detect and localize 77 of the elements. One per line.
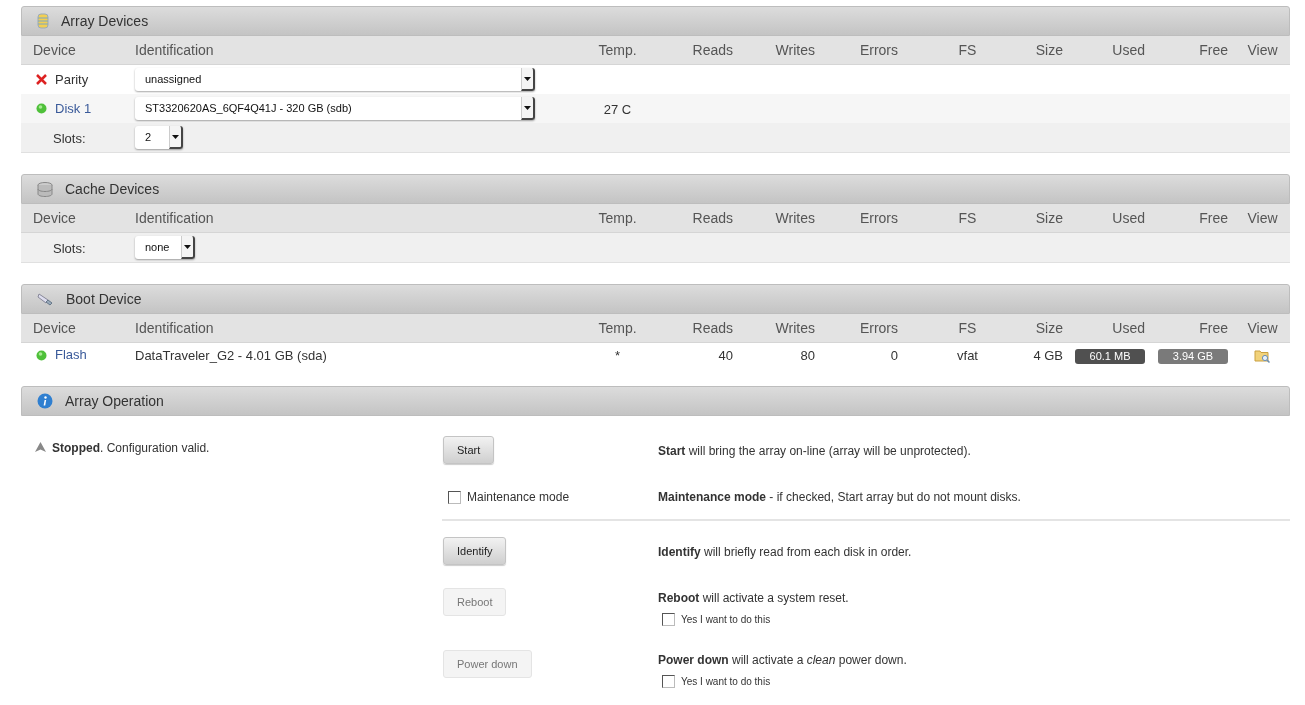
column-header: Size — [1035, 320, 1063, 336]
checkbox-label: Maintenance mode — [467, 489, 570, 506]
operation-description: Power down will activate a clean power down. — [658, 652, 907, 669]
column-header: Used — [1112, 320, 1145, 336]
operation-description: Maintenance mode - if checked, Start array but do not mount disks. — [658, 489, 1021, 506]
dropdown[interactable]: 2 — [135, 126, 183, 149]
checkbox[interactable] — [448, 490, 461, 504]
device-link[interactable]: Disk 1 — [55, 98, 92, 119]
section-title: Array Operation — [65, 391, 164, 411]
section-title: Cache Devices — [65, 179, 160, 199]
column-header: FS — [958, 320, 977, 336]
column-header: FS — [958, 210, 977, 226]
confirm-label: Yes I want to do this — [681, 613, 771, 627]
table-cell: 27 C — [603, 101, 632, 117]
column-header: View — [1247, 320, 1278, 336]
action-button[interactable]: Start — [443, 436, 495, 464]
column-header: Used — [1112, 42, 1145, 58]
column-header: Reads — [692, 42, 733, 58]
table-cell: 4 GB — [1033, 348, 1063, 363]
column-header: Reads — [692, 320, 733, 336]
column-header: Identification — [135, 210, 214, 226]
column-header: Errors — [859, 210, 898, 226]
dropdown[interactable]: ST3320620AS_6QF4Q41J - 320 GB (sdb) — [135, 97, 535, 120]
folder-search-icon[interactable] — [1254, 348, 1271, 363]
array-status-text: Stopped. Configuration valid. — [52, 440, 210, 457]
slots-label: Slots: — [53, 240, 86, 256]
column-header: Used — [1112, 210, 1145, 226]
used-bar: 60.1 MB — [1075, 349, 1145, 364]
free-bar: 3.94 GB — [1158, 349, 1228, 364]
info-icon — [37, 393, 53, 409]
caret-icon — [524, 76, 531, 81]
column-header: Device — [33, 320, 76, 336]
section-title: Array Devices — [61, 11, 149, 31]
column-header: Size — [1035, 42, 1063, 58]
column-header: Writes — [775, 320, 815, 336]
column-header: Errors — [859, 42, 898, 58]
dropdown[interactable]: unassigned — [135, 68, 535, 91]
column-header: Device — [33, 42, 76, 58]
confirm-label: Yes I want to do this — [681, 675, 771, 689]
database-icon — [37, 181, 53, 197]
column-header: Free — [1199, 320, 1228, 336]
column-header: Size — [1035, 210, 1063, 226]
caret-icon — [172, 134, 179, 139]
dropdown[interactable]: none — [135, 236, 195, 259]
column-header: Identification — [135, 42, 214, 58]
device-link[interactable]: Flash — [55, 345, 87, 365]
column-header: Errors — [859, 320, 898, 336]
column-header: Free — [1199, 42, 1228, 58]
table-cell: DataTraveler_G2 - 4.01 GB (sda) — [135, 348, 327, 363]
column-header: View — [1247, 42, 1278, 58]
usb-stick-icon — [37, 292, 54, 306]
slots-label: Slots: — [53, 130, 86, 146]
database-icon — [37, 13, 49, 29]
operation-description: Reboot will activate a system reset. — [658, 590, 849, 607]
column-header: Temp. — [598, 42, 637, 58]
table-cell: 40 — [718, 348, 733, 363]
operation-description: Identify will briefly read from each disk in order. — [658, 544, 912, 561]
column-header: View — [1247, 210, 1278, 226]
section-title: Boot Device — [66, 289, 142, 309]
column-header: Reads — [692, 210, 733, 226]
device-name: Parity — [55, 70, 89, 89]
table-cell: 0 — [890, 348, 898, 363]
action-button[interactable]: Identify — [443, 537, 507, 565]
table-cell: 80 — [800, 348, 815, 363]
table-cell: vfat — [957, 348, 978, 363]
caret-icon — [184, 244, 191, 249]
column-header: Writes — [775, 210, 815, 226]
column-header: Temp. — [598, 320, 637, 336]
column-header: Temp. — [598, 210, 637, 226]
caret-icon — [524, 105, 531, 110]
operation-description: Start will bring the array on-line (array will be unprotected). — [658, 443, 971, 460]
column-header: FS — [958, 42, 977, 58]
column-header: Free — [1199, 210, 1228, 226]
column-header: Writes — [775, 42, 815, 58]
column-header: Identification — [135, 320, 214, 336]
table-cell: * — [614, 348, 621, 363]
column-header: Device — [33, 210, 76, 226]
